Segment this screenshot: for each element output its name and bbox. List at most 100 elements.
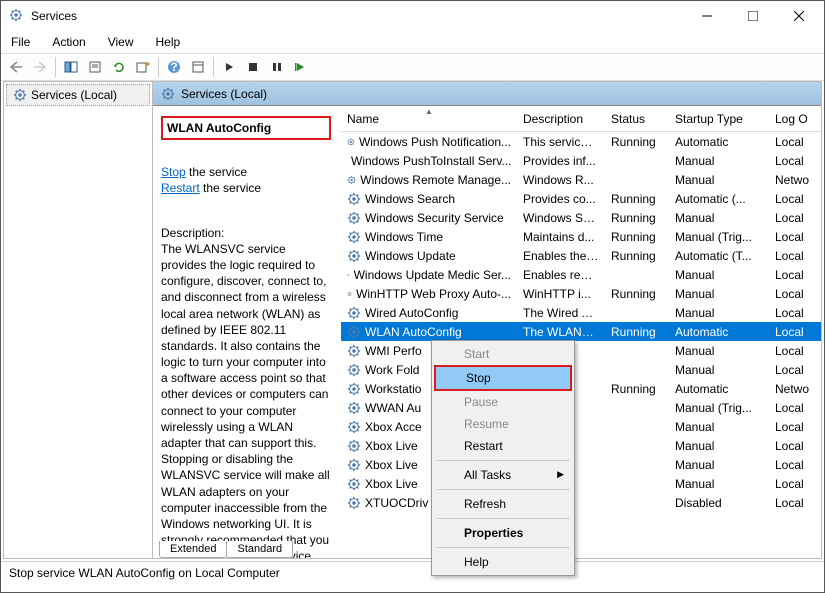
stop-link-line: Stop the service — [161, 164, 333, 180]
tree-pane: Services (Local) — [4, 82, 153, 558]
cm-help[interactable]: Help — [434, 551, 572, 573]
service-row[interactable]: Windows Push Notification... This servic… — [341, 132, 821, 151]
tree-item-services-local[interactable]: Services (Local) — [6, 84, 150, 106]
content-header: Services (Local) — [153, 82, 821, 106]
service-row[interactable]: Windows Remote Manage... Windows R... Ma… — [341, 170, 821, 189]
tabs: Extended Standard — [153, 536, 292, 558]
stop-link[interactable]: Stop — [161, 165, 186, 179]
gear-icon — [161, 87, 175, 101]
cm-properties[interactable]: Properties — [434, 522, 572, 544]
properties-button[interactable] — [187, 56, 209, 78]
tree-item-label: Services (Local) — [31, 88, 117, 102]
service-row[interactable]: Xbox Live s au... Manual Local — [341, 436, 821, 455]
back-button[interactable] — [5, 56, 27, 78]
maximize-button[interactable] — [730, 1, 776, 31]
service-list: Name▲ Description Status Startup Type Lo… — [341, 106, 821, 558]
cm-resume: Resume — [434, 413, 572, 435]
gear-icon — [347, 382, 361, 396]
statusbar: Stop service WLAN AutoConfig on Local Co… — [1, 561, 824, 583]
forward-button[interactable] — [29, 56, 51, 78]
service-row[interactable]: Xbox Acce vice ... Manual Local — [341, 417, 821, 436]
context-menu: Start Stop Pause Resume Restart All Task… — [431, 340, 575, 576]
service-row[interactable]: Xbox Live vice ... Manual Local — [341, 455, 821, 474]
service-row[interactable]: XTUOCDriv v... Disabled Local — [341, 493, 821, 512]
export-button[interactable] — [84, 56, 106, 78]
service-row[interactable]: Windows Time Maintains d... Running Manu… — [341, 227, 821, 246]
gear-icon — [347, 420, 361, 434]
gear-icon — [347, 344, 361, 358]
gear-icon — [13, 88, 27, 102]
gear-icon — [347, 496, 361, 510]
minimize-button[interactable] — [684, 1, 730, 31]
cm-refresh[interactable]: Refresh — [434, 493, 572, 515]
service-row[interactable]: WinHTTP Web Proxy Auto-... WinHTTP i... … — [341, 284, 821, 303]
submenu-arrow-icon: ▶ — [557, 469, 564, 480]
service-row[interactable]: WMI Perfo s pe... Manual Local — [341, 341, 821, 360]
tab-standard[interactable]: Standard — [226, 541, 293, 558]
restart-link-line: Restart the service — [161, 180, 333, 196]
titlebar: Services — [1, 1, 824, 31]
cm-start: Start — [434, 343, 572, 365]
close-button[interactable] — [776, 1, 822, 31]
menu-view[interactable]: View — [104, 33, 138, 51]
refresh-button[interactable] — [108, 56, 130, 78]
gear-icon — [347, 211, 361, 225]
gear-icon — [347, 306, 361, 320]
cm-pause: Pause — [434, 391, 572, 413]
restart-link[interactable]: Restart — [161, 181, 200, 195]
toolbar: ? — [1, 53, 824, 81]
col-startup[interactable]: Startup Type — [669, 108, 769, 130]
col-logon[interactable]: Log O — [769, 108, 821, 130]
service-row[interactable]: Windows Security Service Windows Se... R… — [341, 208, 821, 227]
service-row[interactable]: Windows Update Medic Ser... Enables rem.… — [341, 265, 821, 284]
service-row[interactable]: Work Fold vice ... Manual Local — [341, 360, 821, 379]
gear-icon — [347, 325, 361, 339]
description-label: Description: — [161, 225, 333, 241]
service-row[interactable]: Workstatio and... Running Automatic Netw… — [341, 379, 821, 398]
help-button[interactable]: ? — [163, 56, 185, 78]
stop-service-button[interactable] — [242, 56, 264, 78]
pause-service-button[interactable] — [266, 56, 288, 78]
col-description[interactable]: Description — [517, 108, 605, 130]
show-hide-button[interactable] — [60, 56, 82, 78]
statusbar-text: Stop service WLAN AutoConfig on Local Co… — [9, 566, 280, 580]
cm-all-tasks[interactable]: All Tasks▶ — [434, 464, 572, 486]
description-text: The WLANSVC service provides the logic r… — [161, 241, 333, 558]
gear-icon — [347, 135, 355, 149]
col-status[interactable]: Status — [605, 108, 669, 130]
menu-file[interactable]: File — [7, 33, 34, 51]
gear-icon — [347, 230, 361, 244]
menu-action[interactable]: Action — [48, 33, 89, 51]
start-service-button[interactable] — [218, 56, 240, 78]
export-list-button[interactable] — [132, 56, 154, 78]
restart-service-button[interactable] — [290, 56, 312, 78]
svg-text:?: ? — [170, 60, 177, 74]
service-row[interactable]: WWAN Au vice ... Manual (Trig... Local — [341, 398, 821, 417]
gear-icon — [347, 439, 361, 453]
service-row[interactable]: Windows PushToInstall Serv... Provides i… — [341, 151, 821, 170]
gear-icon — [347, 401, 361, 415]
gear-icon — [347, 458, 361, 472]
gear-icon — [347, 477, 361, 491]
service-row[interactable]: Windows Search Provides co... Running Au… — [341, 189, 821, 208]
tab-extended[interactable]: Extended — [159, 541, 227, 558]
detail-pane: WLAN AutoConfig Stop the service Restart… — [153, 106, 341, 558]
gear-icon — [347, 268, 350, 282]
cm-stop[interactable]: Stop — [436, 367, 570, 389]
menubar: File Action View Help — [1, 31, 824, 53]
window-title: Services — [31, 9, 684, 23]
service-row[interactable]: Wired AutoConfig The Wired A... Manual L… — [341, 303, 821, 322]
cm-restart[interactable]: Restart — [434, 435, 572, 457]
sort-arrow-icon: ▲ — [425, 107, 433, 116]
content-header-label: Services (Local) — [181, 87, 267, 101]
service-row[interactable]: Xbox Live vice ... Manual Local — [341, 474, 821, 493]
selected-service-title: WLAN AutoConfig — [161, 116, 331, 140]
service-row[interactable]: WLAN AutoConfig The WLANS... Running Aut… — [341, 322, 821, 341]
col-name[interactable]: Name▲ — [341, 108, 517, 130]
list-header: Name▲ Description Status Startup Type Lo… — [341, 106, 821, 132]
gear-icon — [347, 363, 361, 377]
gear-icon — [347, 249, 361, 263]
service-row[interactable]: Windows Update Enables the ... Running A… — [341, 246, 821, 265]
menu-help[interactable]: Help — [152, 33, 185, 51]
gear-icon — [347, 287, 352, 301]
